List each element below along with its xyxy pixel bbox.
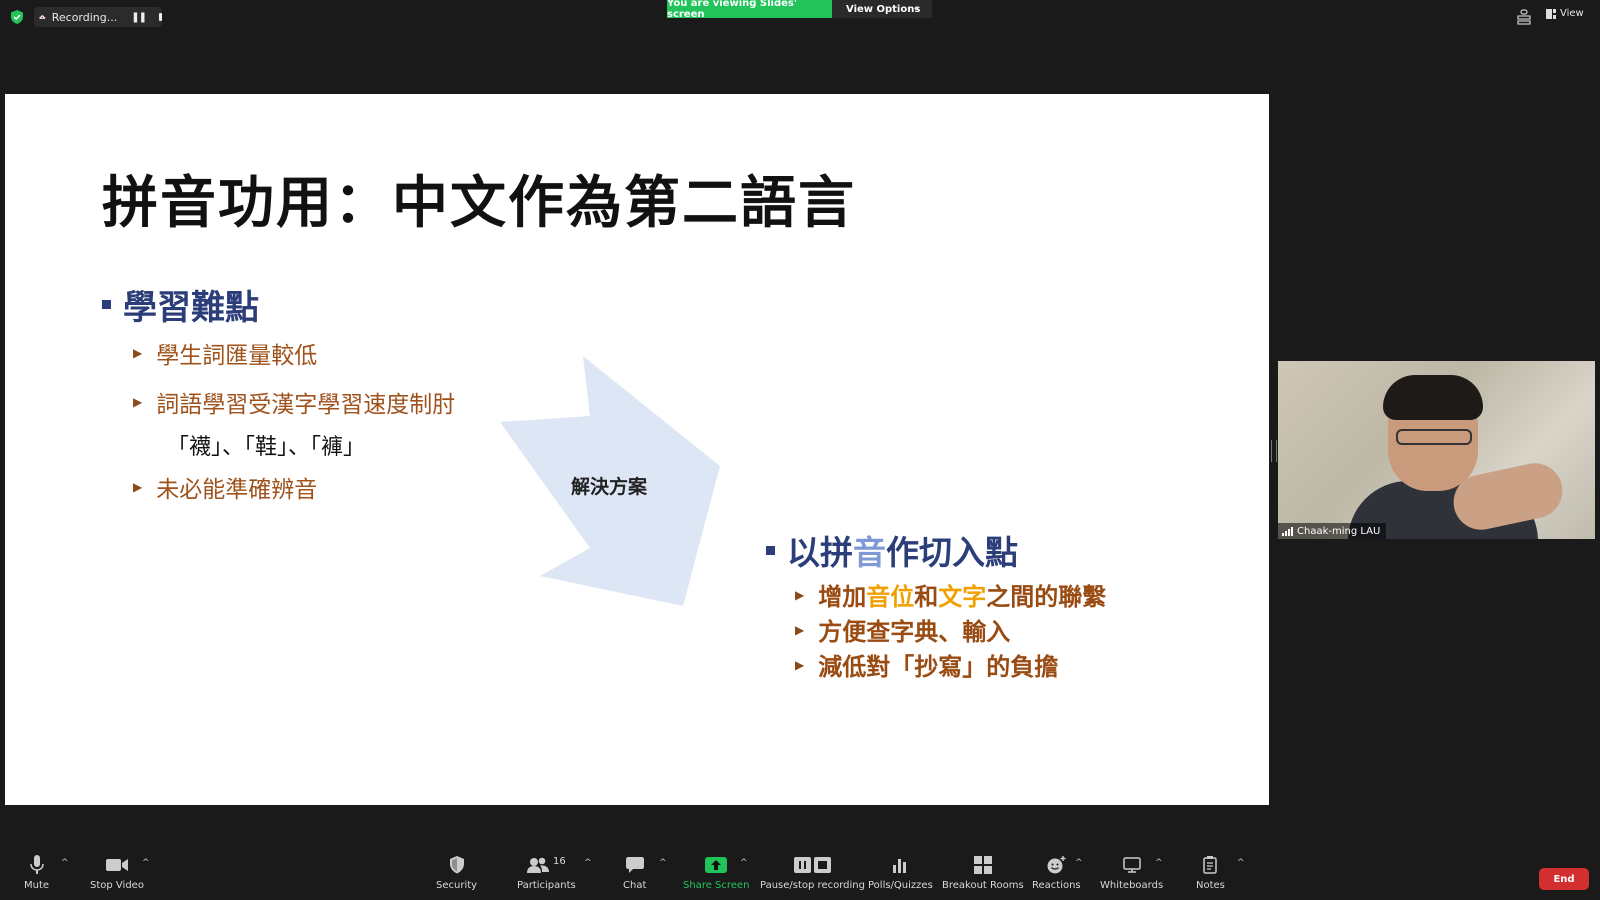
participants-icon [527,857,549,873]
video-camera-icon [105,859,128,871]
participants-options-caret[interactable]: ^ [584,858,592,868]
stop-recording-icon[interactable] [159,13,162,21]
view-button[interactable]: View [1546,8,1584,19]
stop-video-button[interactable]: Stop Video [90,852,144,891]
recording-indicator: Recording... ❚❚ [34,7,162,27]
chat-button[interactable]: Chat [623,852,646,891]
whiteboards-options-caret[interactable]: ^ [1155,858,1163,868]
triangle-bullet-icon: ▶ [133,346,143,360]
meeting-toolbar: Mute ^ Stop Video ^ Security 16 Particip… [0,852,1600,900]
more-options-caret[interactable]: ^ [1237,858,1245,868]
notes-button[interactable]: Notes [1196,852,1225,891]
viewing-banner: You are viewing Slides' screen [667,0,832,20]
sub-bullet-text: 增加音位和文字之間的聯繫 [818,583,1107,611]
view-options-label: View Options [846,3,921,15]
reactions-options-caret[interactable]: ^ [1075,858,1083,868]
bullet-square-icon [766,545,775,555]
video-options-caret[interactable]: ^ [142,858,150,868]
triangle-bullet-icon: ▶ [133,395,143,409]
share-options-caret[interactable]: ^ [740,858,748,868]
sub-bullet-text: 方便查字典、輸入 [818,618,1011,646]
reactions-button[interactable]: Reactions [1032,852,1081,891]
breakout-rooms-button[interactable]: Breakout Rooms [942,852,1024,891]
bullet-square-icon [102,300,111,309]
triangle-bullet-icon: ▶ [795,587,805,602]
bullet-text: 學習難點 [123,288,259,328]
participant-name: Chaak-ming LAU [1297,525,1381,537]
sub-bullet: ▶ 學生詞匯量較低 [133,336,317,370]
whiteboards-button[interactable]: Whiteboards [1100,852,1163,891]
security-shield-icon [449,856,464,874]
video-person-hair [1383,375,1483,420]
sub-bullet-text: 學生詞匯量較低 [156,343,318,369]
sub-bullet: ▶ 減低對「抄寫」的負擔 [795,647,1058,682]
security-button[interactable]: Security [436,852,477,891]
pause-stop-recording-button[interactable]: Pause/stop recording [760,852,865,891]
slide-title: 拼音功用：中文作為第二語言 [102,170,856,236]
pause-recording-icon[interactable]: ❚❚ [131,12,147,23]
notes-icon [1203,856,1218,874]
immersive-view-icon[interactable] [1517,9,1531,25]
triangle-bullet-icon: ▶ [795,622,805,637]
sub-bullet-text: 詞語學習受漢字學習速度制肘 [156,392,456,418]
participant-video-tile[interactable]: Chaak-ming LAU [1278,361,1595,539]
view-layout-icon [1546,8,1556,19]
chevron-down-icon: ⌄ [912,3,920,13]
cloud-recording-icon [39,15,46,19]
recording-label: Recording... [51,10,118,24]
arrow-label: 解決方案 [571,476,648,498]
top-bar: Recording... ❚❚ You are viewing Slides' … [0,0,1600,34]
triangle-bullet-icon: ▶ [133,480,143,494]
participants-button[interactable]: 16 Participants [517,852,576,892]
shared-slide: 拼音功用：中文作為第二語言 學習難點 ▶ 學生詞匯量較低 ▶ 詞語學習受漢字學習… [5,94,1269,805]
view-options-button[interactable]: View Options ⌄ [832,0,932,18]
microphone-icon [29,855,44,874]
breakout-rooms-icon [973,856,992,874]
sub-bullet: ▶ 未必能準確辨音 [133,470,317,504]
sub-bullet: ▶ 增加音位和文字之間的聯繫 [795,577,1106,612]
whiteboard-icon [1122,857,1141,873]
bar-chart-icon [893,859,907,873]
sub-bullet-text: 減低對「抄寫」的負擔 [818,653,1059,681]
share-screen-icon [705,857,728,873]
end-meeting-button[interactable]: End [1539,868,1589,890]
panel-resize-handle[interactable] [1271,440,1277,462]
sub-bullet: ▶ 方便查字典、輸入 [795,612,1010,647]
mute-button[interactable]: Mute [24,852,49,891]
polls-button[interactable]: Polls/Quizzes [868,852,933,891]
mute-options-caret[interactable]: ^ [61,858,69,868]
signal-bars-icon [1282,526,1293,536]
chat-options-caret[interactable]: ^ [659,858,667,868]
sub-bullet-text: 未必能準確辨音 [156,477,318,503]
stop-icon [813,857,831,873]
chat-bubble-icon [625,857,644,873]
video-person-glasses [1396,429,1472,445]
bullet-pinyin-entry: 以拼音作切入點 [766,526,1018,574]
view-label: View [1560,8,1584,19]
pause-icon [793,857,811,873]
examples-text: 「襪」、「鞋」、「褲」 [167,435,366,460]
sub-bullet: ▶ 詞語學習受漢字學習速度制肘 [133,385,455,419]
smiley-plus-icon [1047,856,1066,874]
bullet-learning-difficulties: 學習難點 [102,280,259,329]
bullet-text: 以拼音作切入點 [787,533,1018,572]
participant-name-tag: Chaak-ming LAU [1278,523,1387,539]
triangle-bullet-icon: ▶ [795,657,805,672]
participants-count: 16 [553,855,566,867]
shield-check-icon[interactable] [10,10,24,24]
